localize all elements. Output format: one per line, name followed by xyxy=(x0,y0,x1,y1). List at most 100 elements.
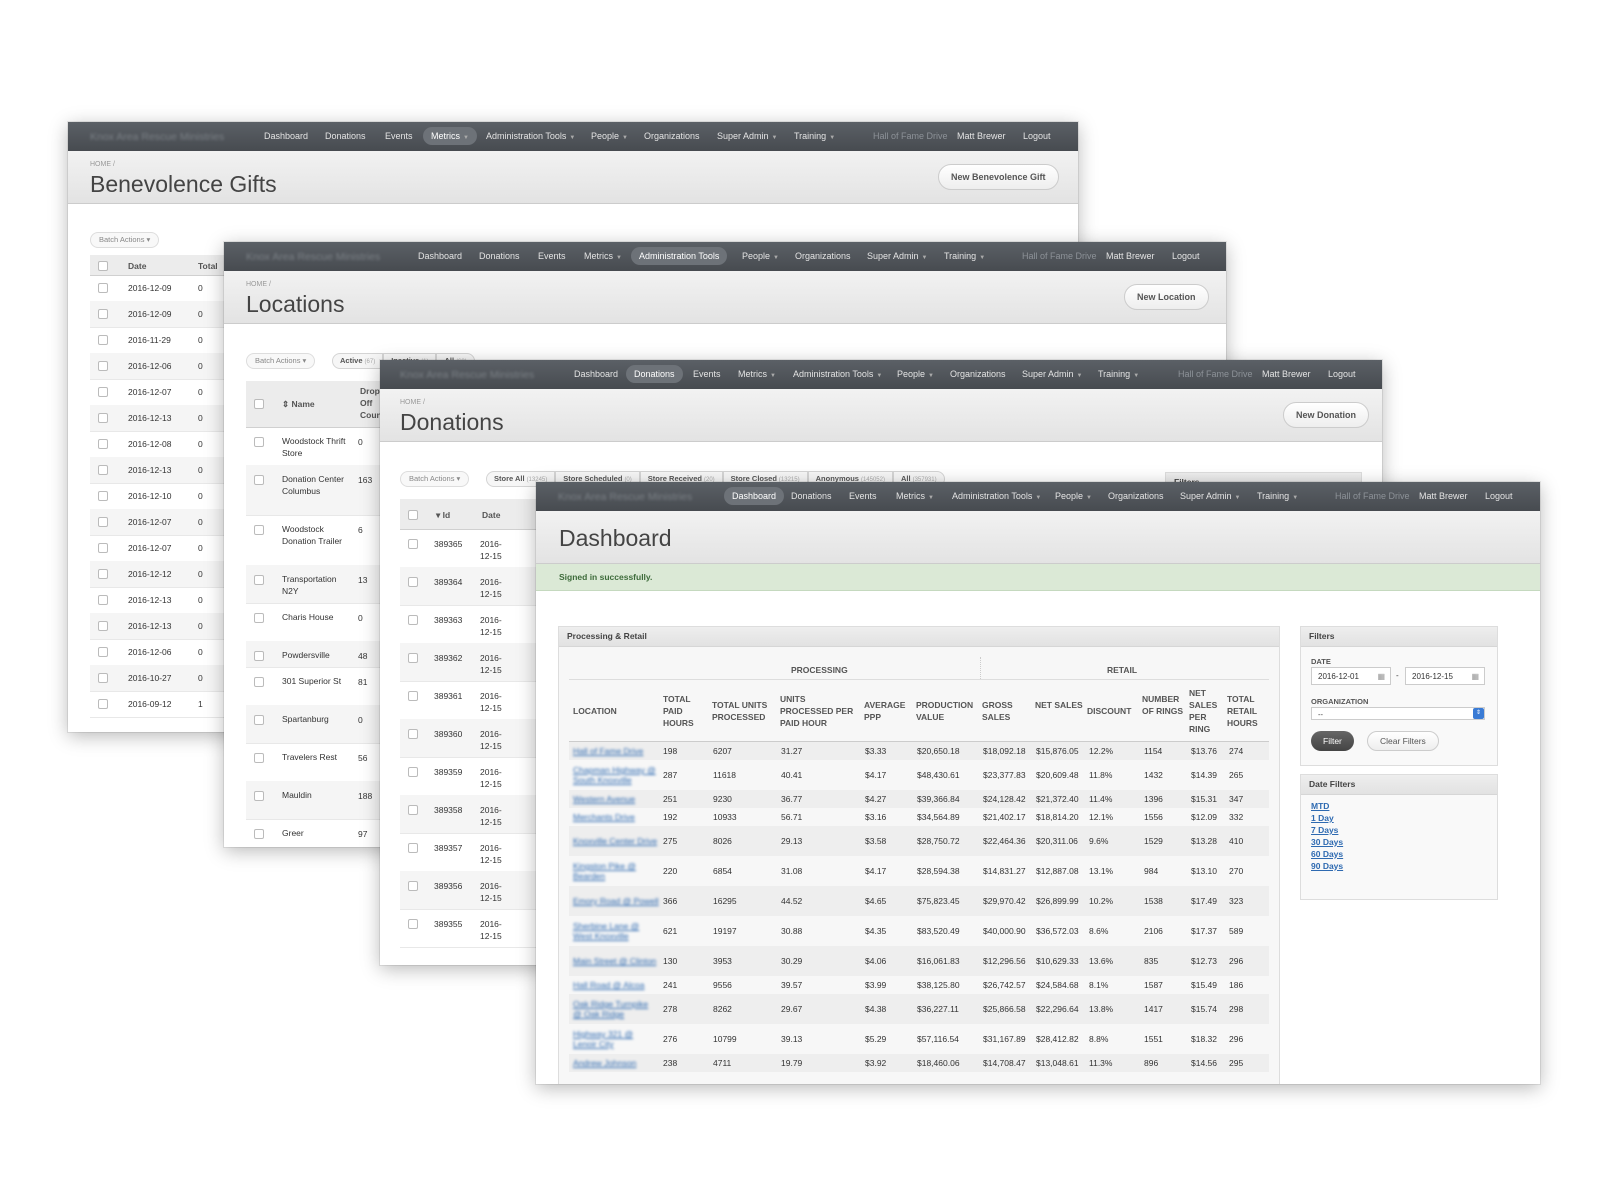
row-name[interactable]: Transportation N2Y xyxy=(282,573,348,597)
table-row[interactable]: 389365 2016-12-15 xyxy=(400,529,540,568)
table-row[interactable]: 2016-12-10 0 xyxy=(90,483,230,510)
table-row[interactable]: Woodstock Thrift Store 0 xyxy=(246,427,386,466)
location-link[interactable]: Sherbine Lane @ West Knoxville xyxy=(573,921,639,941)
nav-logout[interactable]: Logout xyxy=(1023,131,1051,141)
table-row[interactable]: 2016-12-12 0 xyxy=(90,561,230,588)
breadcrumb-home[interactable]: HOME xyxy=(400,399,421,406)
nav-admin-tools[interactable]: Administration Tools xyxy=(631,247,728,265)
row-id[interactable]: 389357 xyxy=(434,843,462,853)
date-filter-7-days[interactable]: 7 Days xyxy=(1311,825,1338,835)
row-name[interactable]: Donation Center Columbus xyxy=(282,473,348,497)
nav-logout[interactable]: Logout xyxy=(1485,491,1513,501)
row-checkbox[interactable] xyxy=(254,715,264,725)
row-checkbox[interactable] xyxy=(254,677,264,687)
nav-organizations[interactable]: Organizations xyxy=(795,251,851,261)
breadcrumb[interactable]: HOME / xyxy=(90,161,115,168)
column-date[interactable]: Date xyxy=(128,261,146,271)
nav-user[interactable]: Matt Brewer xyxy=(1419,491,1468,501)
nav-training[interactable]: Training ▼ xyxy=(794,131,835,141)
table-row[interactable]: 2016-11-29 0 xyxy=(90,327,230,354)
nav-admin-tools[interactable]: Administration Tools ▼ xyxy=(952,491,1041,501)
row-checkbox[interactable] xyxy=(98,543,108,553)
row-checkbox[interactable] xyxy=(408,577,418,587)
row-id[interactable]: 389359 xyxy=(434,767,462,777)
date-filter-90-days[interactable]: 90 Days xyxy=(1311,861,1343,871)
table-row[interactable]: 2016-12-13 0 xyxy=(90,587,230,614)
row-checkbox[interactable] xyxy=(98,439,108,449)
row-id[interactable]: 389355 xyxy=(434,919,462,929)
column-date[interactable]: Date xyxy=(482,510,500,520)
row-checkbox[interactable] xyxy=(98,309,108,319)
row-id[interactable]: 389361 xyxy=(434,691,462,701)
nav-events[interactable]: Events xyxy=(849,491,877,501)
row-checkbox[interactable] xyxy=(98,413,108,423)
location-link[interactable]: Oak Ridge Turnpike @ Oak Ridge xyxy=(573,999,648,1019)
row-name[interactable]: Travelers Rest xyxy=(282,751,348,763)
breadcrumb-home[interactable]: HOME xyxy=(246,281,267,288)
table-row[interactable]: Charis House 0 xyxy=(246,603,386,642)
row-checkbox[interactable] xyxy=(98,491,108,501)
nav-people[interactable]: People ▼ xyxy=(1055,491,1092,501)
batch-actions-button[interactable]: Batch Actions ▾ xyxy=(400,471,470,487)
date-filter-mtd[interactable]: MTD xyxy=(1311,801,1329,811)
table-row[interactable]: 301 Superior St 81 xyxy=(246,667,386,706)
breadcrumb[interactable]: HOME / xyxy=(400,399,425,406)
table-row[interactable]: Donation Center Columbus 163 xyxy=(246,465,386,516)
row-id[interactable]: 389363 xyxy=(434,615,462,625)
nav-donations[interactable]: Donations xyxy=(626,365,683,383)
row-checkbox[interactable] xyxy=(254,437,264,447)
table-row[interactable]: Woodstock Donation Trailer 6 xyxy=(246,515,386,566)
date-from-input[interactable]: 2016-12-01 ▦ xyxy=(1311,667,1391,685)
row-checkbox[interactable] xyxy=(98,699,108,709)
row-checkbox[interactable] xyxy=(408,881,418,891)
nav-dashboard[interactable]: Dashboard xyxy=(264,131,308,141)
row-name[interactable]: Woodstock Thrift Store xyxy=(282,435,348,459)
row-checkbox[interactable] xyxy=(98,569,108,579)
nav-training[interactable]: Training ▼ xyxy=(944,251,985,261)
date-filter-30-days[interactable]: 30 Days xyxy=(1311,837,1343,847)
location-link[interactable]: Kingston Pike @ Bearden xyxy=(573,861,636,881)
row-checkbox[interactable] xyxy=(254,475,264,485)
nav-metrics[interactable]: Metrics ▼ xyxy=(738,369,776,379)
table-row[interactable]: Mauldin 188 xyxy=(246,781,386,820)
nav-events[interactable]: Events xyxy=(538,251,566,261)
date-to-input[interactable]: 2016-12-15 ▦ xyxy=(1405,667,1485,685)
nav-dashboard[interactable]: Dashboard xyxy=(418,251,462,261)
nav-location[interactable]: Hall of Fame Drive xyxy=(1178,369,1253,379)
brand-logo[interactable]: Knox Area Rescue Ministries xyxy=(90,131,224,143)
table-row[interactable]: 2016-12-06 0 xyxy=(90,353,230,380)
row-name[interactable]: Powdersville xyxy=(282,649,348,661)
row-checkbox[interactable] xyxy=(98,595,108,605)
table-row[interactable]: 389360 2016-12-15 xyxy=(400,719,540,758)
nav-dashboard[interactable]: Dashboard xyxy=(724,487,785,505)
table-row[interactable]: Greer 97 xyxy=(246,819,386,847)
row-name[interactable]: Spartanburg xyxy=(282,713,348,725)
row-checkbox[interactable] xyxy=(98,647,108,657)
row-checkbox[interactable] xyxy=(254,575,264,585)
nav-admin-tools[interactable]: Administration Tools ▼ xyxy=(486,131,575,141)
row-checkbox[interactable] xyxy=(98,673,108,683)
column-id[interactable]: ▾ Id xyxy=(436,510,450,521)
row-checkbox[interactable] xyxy=(408,919,418,929)
location-link[interactable]: Western Avenue xyxy=(573,794,635,804)
nav-organizations[interactable]: Organizations xyxy=(644,131,700,141)
table-row[interactable]: 2016-09-12 1 xyxy=(90,691,230,718)
nav-super-admin[interactable]: Super Admin ▼ xyxy=(1180,491,1240,501)
organization-select[interactable]: -- ⇕ xyxy=(1311,707,1485,720)
table-row[interactable]: 389357 2016-12-15 xyxy=(400,833,540,872)
row-checkbox[interactable] xyxy=(98,335,108,345)
table-row[interactable]: 2016-12-07 0 xyxy=(90,535,230,562)
row-checkbox[interactable] xyxy=(408,691,418,701)
location-link[interactable]: Knoxville Center Drive xyxy=(573,836,657,846)
location-link[interactable]: Hall Road @ Alcoa xyxy=(573,980,644,990)
brand-logo[interactable]: Knox Area Rescue Ministries xyxy=(558,491,692,503)
nav-super-admin[interactable]: Super Admin ▼ xyxy=(717,131,777,141)
location-link[interactable]: Main Street @ Clinton xyxy=(573,956,656,966)
row-name[interactable]: Woodstock Donation Trailer xyxy=(282,523,348,547)
row-id[interactable]: 389360 xyxy=(434,729,462,739)
calendar-icon[interactable]: ▦ xyxy=(1471,668,1479,686)
select-all-checkbox[interactable] xyxy=(98,261,108,271)
table-row[interactable]: Transportation N2Y 13 xyxy=(246,565,386,604)
table-row[interactable]: 2016-12-13 0 xyxy=(90,457,230,484)
row-checkbox[interactable] xyxy=(408,653,418,663)
